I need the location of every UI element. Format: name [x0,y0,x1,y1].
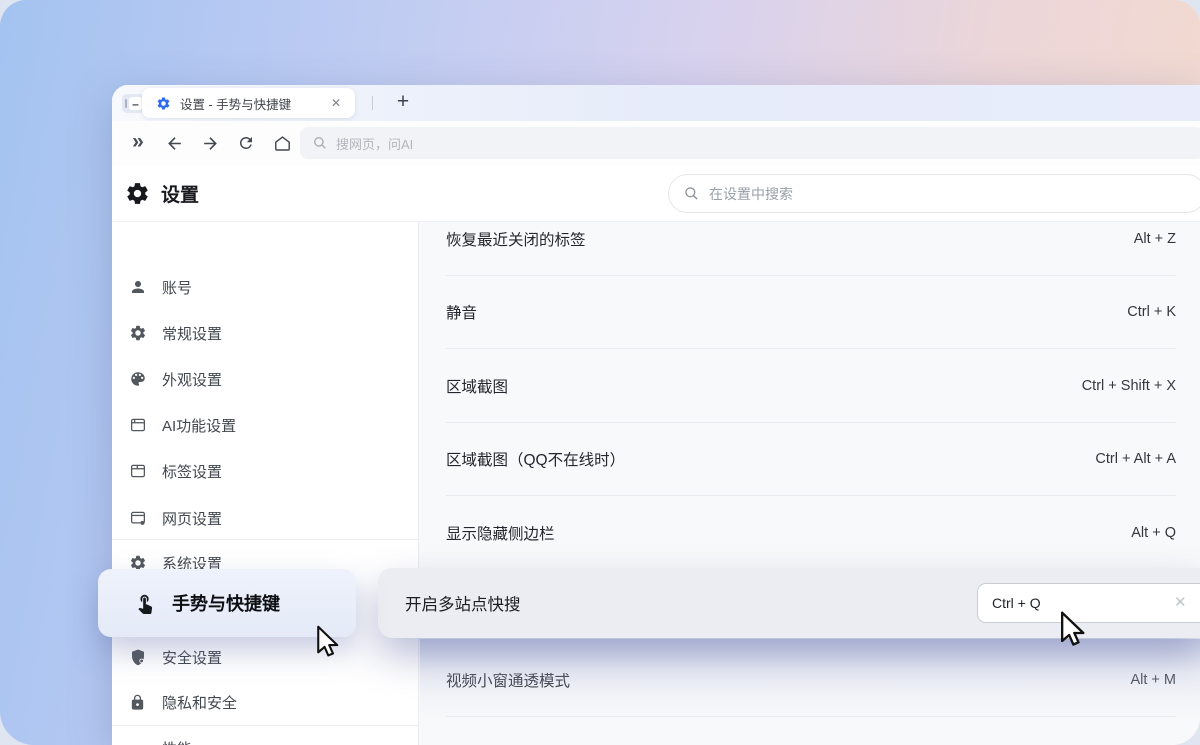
shortcut-row: 视频小窗通透模式 Alt + M [419,643,1200,717]
shortcut-settings-panel: 恢复最近关闭的标签 Alt + Z 静音 Ctrl + K 区域截图 Ctrl … [419,222,1200,745]
tab-settings[interactable]: 设置 - 手势与快捷键 ✕ [142,88,355,118]
shortcut-label: 恢复最近关闭的标签 [446,228,586,250]
shortcut-keys[interactable]: Alt + Q [1131,525,1176,541]
shortcut-label: 区域截图（QQ不在线时） [446,448,625,470]
shield-icon [128,648,147,667]
shortcut-keys[interactable]: Ctrl + K [1127,304,1176,320]
palette-icon [128,370,147,389]
shortcut-keys[interactable]: Alt + Z [1134,231,1176,247]
clear-icon[interactable]: ✕ [1174,593,1187,611]
shortcut-keys[interactable]: Alt + M [1130,672,1176,688]
webpage-icon [128,509,147,528]
window-icon [128,416,147,435]
shortcut-row-active[interactable]: 开启多站点快搜 Ctrl + Q ✕ [378,568,1200,638]
refresh-icon[interactable] [228,125,264,161]
tab-separator [372,96,373,110]
page-title: 设置 [161,180,199,207]
search-icon [312,135,328,151]
sidebar-item-tabs[interactable]: 标签设置 [112,449,418,493]
tab-bar: – 设置 - 手势与快捷键 ✕ + [112,85,1200,121]
shortcut-row: 恢复最近关闭的标签 Alt + Z [419,222,1200,276]
tab-close-icon[interactable]: ✕ [327,94,345,112]
shortcut-label: 视频小窗通透模式 [446,669,570,691]
forward-icon[interactable] [192,125,228,161]
sidebar-item-appearance[interactable]: 外观设置 [112,357,418,401]
sidebar-item-privacy[interactable]: 隐私和安全 [112,680,418,724]
settings-search-box[interactable]: 在设置中搜索 [668,174,1200,213]
sidebar-item-gestures-active[interactable]: 手势与快捷键 [98,569,356,637]
shortcut-label: 开启多站点快搜 [405,591,521,615]
shortcut-input-value: Ctrl + Q [992,595,1041,611]
lock-icon [128,693,147,712]
desktop-background: 803e407d803e407d803e407d803e407d803e407d… [0,0,1200,745]
tab-favicon-gear-icon [156,96,171,111]
shortcut-input[interactable]: Ctrl + Q ✕ [977,583,1200,623]
sidebar-item-security[interactable]: 安全设置 [112,635,418,679]
extensions-overflow-icon[interactable]: » [120,125,156,161]
shortcut-label: 显示隐藏侧边栏 [446,522,555,544]
shortcut-label: 静音 [446,301,477,323]
new-tab-button[interactable]: + [388,87,418,117]
sidebar-item-general[interactable]: 常规设置 [112,311,418,355]
sidebar: 账号 常规设置 外观设置 AI功能设置 标签设置 [112,222,418,745]
navigation-bar: » 搜网页，问AI [112,121,1200,165]
shortcut-label: 区域截图 [446,375,508,397]
shortcut-keys[interactable]: Ctrl + Shift + X [1082,378,1176,394]
shortcut-list: 恢复最近关闭的标签 Alt + Z 静音 Ctrl + K 区域截图 Ctrl … [419,222,1200,570]
search-icon [683,185,700,202]
settings-search-placeholder: 在设置中搜索 [709,184,793,204]
gauge-icon [128,739,147,745]
settings-header: 设置 在设置中搜索 [112,165,1200,222]
gear-icon [128,324,147,343]
sidebar-item-performance[interactable]: 性能 [112,726,418,745]
sidebar-item-account[interactable]: 账号 [112,265,418,309]
shortcut-row: 显示隐藏侧边栏 Alt + Q [419,496,1200,570]
address-search-bar[interactable]: 搜网页，问AI [300,127,1200,159]
shortcut-keys[interactable]: Ctrl + Alt + A [1095,451,1176,467]
shortcut-row: 区域截图 Ctrl + Shift + X [419,349,1200,423]
address-placeholder: 搜网页，问AI [336,134,413,153]
sidebar-item-webpage[interactable]: 网页设置 [112,496,418,540]
hand-pointer-icon [134,592,156,614]
browser-window: 803e407d803e407d803e407d803e407d803e407d… [112,85,1200,745]
tab-title: 设置 - 手势与快捷键 [180,94,327,113]
shortcut-row: 静音 Ctrl + K [419,276,1200,350]
shortcut-row: 区域截图（QQ不在线时） Ctrl + Alt + A [419,423,1200,497]
back-icon[interactable] [156,125,192,161]
tab-icon [128,462,147,481]
shortcut-list-bottom: 视频小窗通透模式 Alt + M [419,643,1200,717]
settings-gear-icon [125,181,150,206]
sidebar-item-label: 手势与快捷键 [172,590,280,616]
settings-body: 账号 常规设置 外观设置 AI功能设置 标签设置 [112,222,1200,745]
user-icon [128,278,147,297]
home-icon[interactable] [264,125,300,161]
sidebar-item-ai[interactable]: AI功能设置 [112,403,418,447]
